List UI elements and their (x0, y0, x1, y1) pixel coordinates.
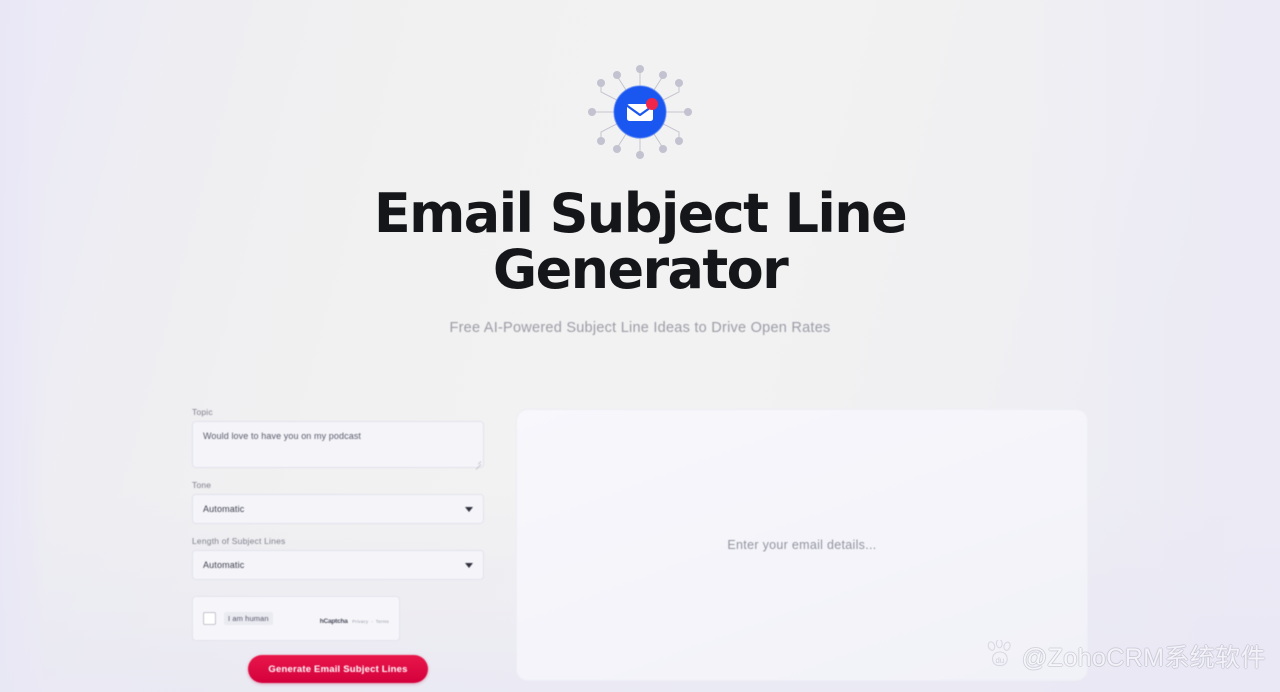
captcha-label: I am human (224, 612, 273, 625)
tone-label: Tone (192, 480, 212, 490)
generate-email-subject-lines-button[interactable]: Generate Email Subject Lines (248, 655, 428, 683)
generator-form: Topic Would love to have you on my podca… (192, 400, 484, 692)
submit-row: Generate Email Subject Lines (192, 655, 484, 683)
chevron-down-icon (465, 507, 473, 512)
length-select[interactable]: Automatic (192, 550, 484, 580)
topic-field-group: Topic Would love to have you on my podca… (192, 407, 484, 468)
watermark-text: @ZohoCRM系统软件 (1021, 644, 1266, 672)
tone-field-group: Tone Automatic (192, 480, 484, 524)
captcha-brand-links[interactable]: Privacy - Terms (352, 619, 389, 624)
length-field-group: Length of Subject Lines Automatic (192, 536, 484, 580)
email-network-icon (581, 62, 699, 162)
captcha-widget[interactable]: I am human hCaptcha Privacy - Terms (192, 596, 400, 641)
tone-select[interactable]: Automatic (192, 494, 484, 524)
page-subtitle: Free AI-Powered Subject Line Ideas to Dr… (449, 320, 831, 336)
topic-label: Topic (192, 407, 213, 417)
captcha-terms-link[interactable]: Terms (376, 619, 389, 624)
resize-grip-icon[interactable] (474, 459, 481, 466)
captcha-checkbox[interactable] (203, 612, 216, 625)
length-select-value: Automatic (203, 560, 245, 570)
tone-select-value: Automatic (203, 504, 245, 514)
topic-input-value: Would love to have you on my podcast (203, 431, 362, 441)
topic-input[interactable]: Would love to have you on my podcast (192, 421, 484, 468)
length-label: Length of Subject Lines (192, 536, 286, 546)
captcha-brand: hCaptcha Privacy - Terms (320, 611, 389, 627)
baidu-paw-icon: du (985, 638, 1015, 673)
captcha-privacy-link[interactable]: Privacy (352, 619, 368, 624)
baidu-logo-text: du (995, 656, 1004, 665)
watermark: du @ZohoCRM系统软件 (985, 638, 1266, 674)
results-placeholder: Enter your email details... (727, 538, 877, 552)
captcha-brand-name: hCaptcha (319, 617, 348, 625)
page-title: Email Subject Line Generator (373, 182, 908, 301)
chevron-down-icon (465, 563, 473, 568)
hero-section: Email Subject Line Generator Free AI-Pow… (0, 0, 1280, 336)
